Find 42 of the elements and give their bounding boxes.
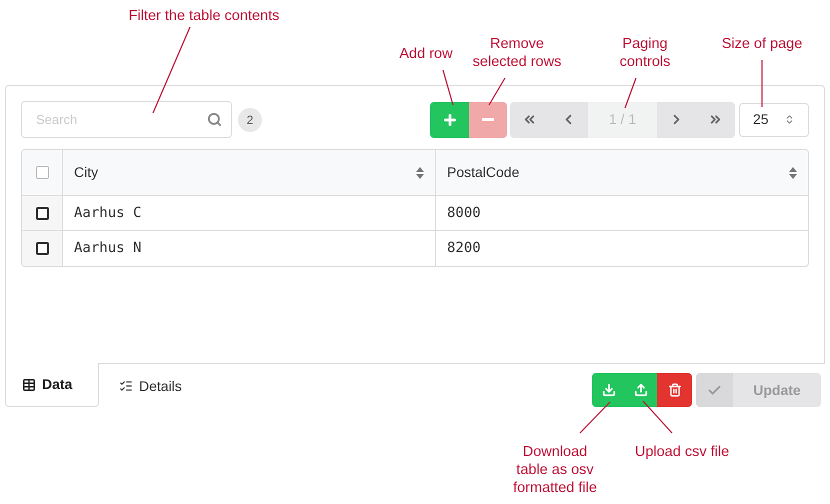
callout-label: Filter the table contents xyxy=(128,7,280,25)
table-cell-text: 8200 xyxy=(447,239,481,258)
delete-button[interactable] xyxy=(657,373,692,407)
page-size-field[interactable]: 25 xyxy=(739,102,809,136)
minus-icon xyxy=(482,118,494,121)
callout-label: Add row xyxy=(398,45,454,63)
callout-label: Download table as osv formatted file xyxy=(512,443,598,497)
stepper-icon xyxy=(784,114,795,125)
leader-line xyxy=(642,400,672,434)
sort-icon xyxy=(416,166,424,178)
sort-icon xyxy=(789,166,797,178)
checkbox[interactable] xyxy=(36,242,48,255)
row-count: 2 xyxy=(238,108,262,132)
remove-rows-button[interactable] xyxy=(469,102,507,138)
upload-button[interactable] xyxy=(625,373,657,407)
plus-icon xyxy=(442,112,458,128)
download-icon xyxy=(602,383,616,397)
column-header[interactable]: PostalCode xyxy=(436,150,808,195)
trash-icon xyxy=(668,383,682,397)
leader-line xyxy=(624,78,637,108)
leader-line xyxy=(580,402,610,434)
upload-icon xyxy=(634,383,648,397)
leader-line xyxy=(442,70,454,106)
callout-label: Paging controls xyxy=(618,35,672,71)
callout-label: Remove selected rows xyxy=(472,35,562,71)
tab[interactable]: Data xyxy=(5,363,99,407)
table-icon xyxy=(22,378,36,392)
search-icon xyxy=(207,112,222,127)
callout-label: Upload csv file xyxy=(634,443,730,461)
table-cell-text: 8000 xyxy=(447,204,481,222)
checkbox[interactable] xyxy=(36,166,48,179)
checkbox[interactable] xyxy=(36,206,48,220)
table-cell-text: Aarhus N xyxy=(74,239,142,258)
table-cell-text: Aarhus C xyxy=(74,204,142,222)
tab[interactable]: Details xyxy=(99,364,198,408)
add-row-button[interactable] xyxy=(430,102,469,138)
callout-label: Size of page xyxy=(720,35,804,53)
leader-line xyxy=(488,78,506,106)
checklist-icon xyxy=(119,379,133,393)
column-header[interactable]: City xyxy=(63,150,436,195)
leader-line xyxy=(761,60,763,107)
download-button[interactable] xyxy=(592,373,625,407)
